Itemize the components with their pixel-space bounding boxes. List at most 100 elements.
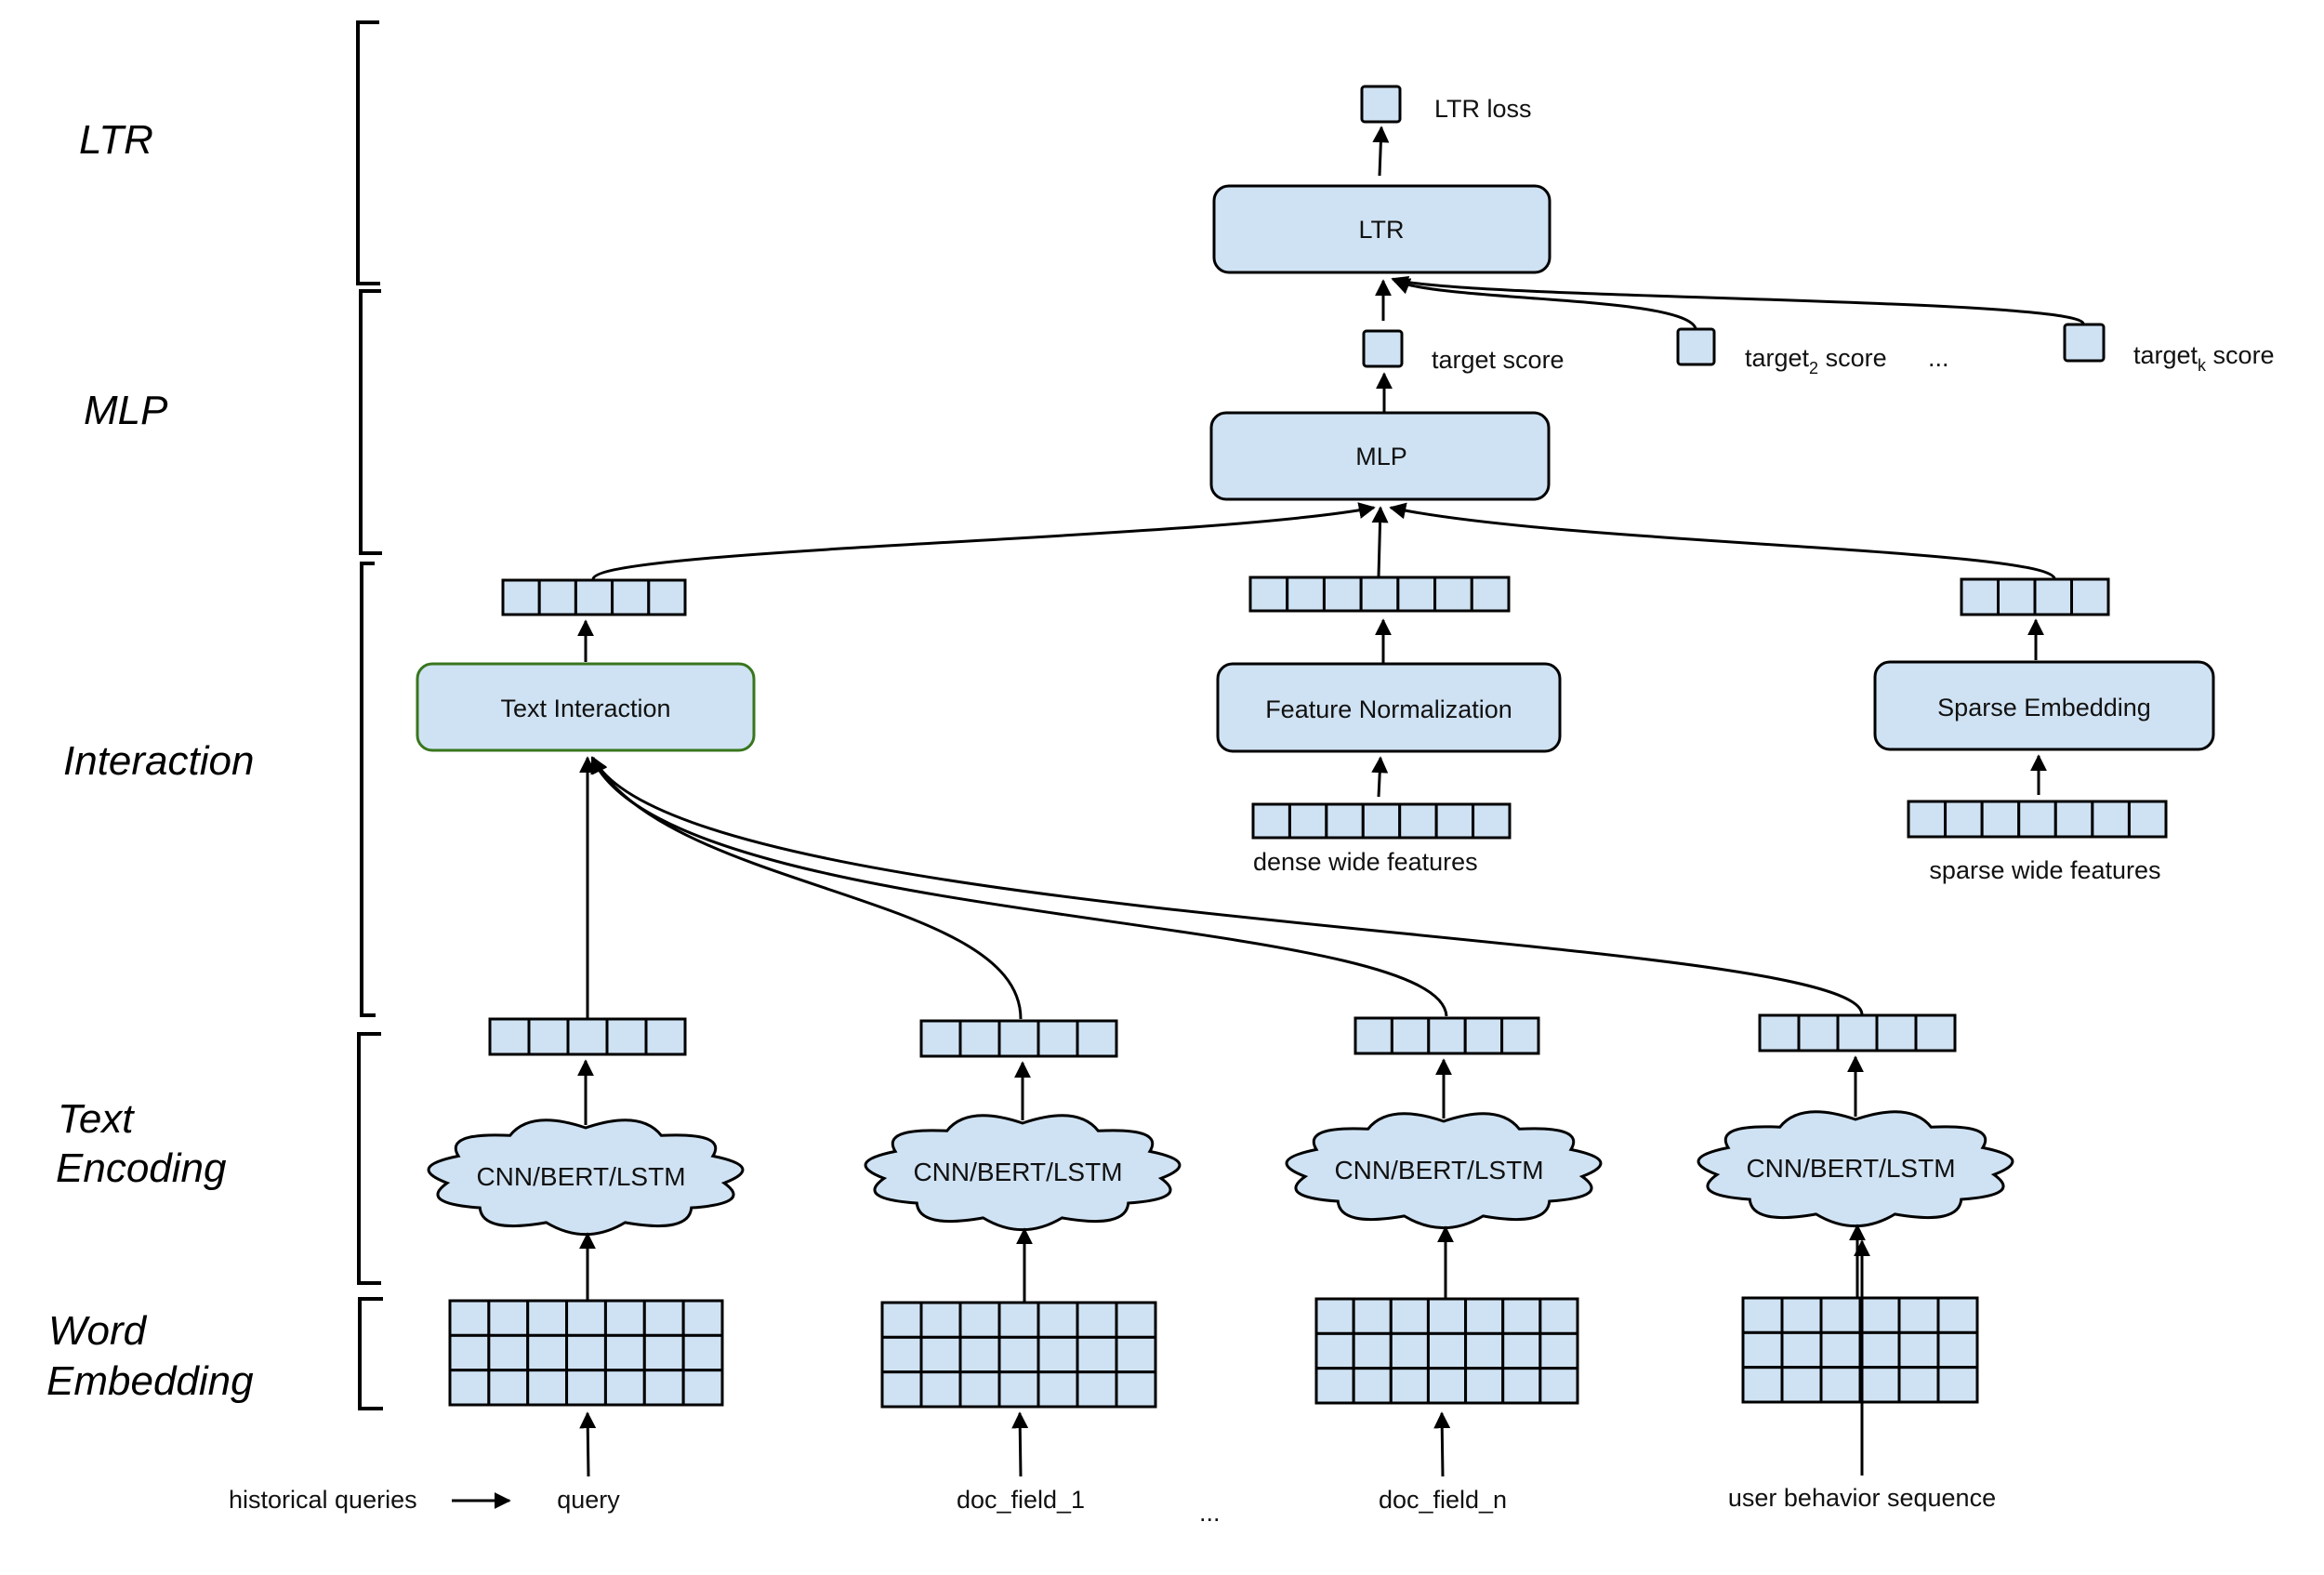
word-embedding-grid-query-cell [642, 1369, 685, 1407]
feature-normalization-output-vector-cell [1359, 576, 1400, 613]
target2-node [1676, 327, 1716, 366]
encoded-vector-doc_field_n-cell [1500, 1016, 1540, 1055]
dense-wide-features-label: dense wide features [1253, 848, 1478, 876]
feature-norm-out-to-mlp-arrow [1371, 506, 1389, 577]
word-embedding-grid-doc_field_1-cell [919, 1370, 962, 1409]
encoded-vector-user_behavior-cell [1836, 1013, 1879, 1052]
encoded-vector-doc_field_1-cell [1037, 1019, 1079, 1058]
ranking-architecture-diagram: LTR MLP Interaction Text Encoding Word E… [46, 20, 2275, 1527]
sparse-embedding-output-vector-cell [2070, 577, 2110, 616]
layer-label-word-embedding-line1: Word [48, 1308, 148, 1354]
sparse-wide-features-vector-cell [2017, 800, 2057, 839]
encoded-vector-query-cell [566, 1017, 609, 1056]
dense-wide-features-vector-cell [1434, 802, 1475, 840]
feature-normalization-output-vector-cell [1396, 576, 1437, 613]
word-embedding-grid-doc_field_n-cell [1314, 1331, 1355, 1370]
word-embedding-grid-doc_field_n-cell [1501, 1367, 1542, 1405]
encoded-vector-user_behavior [1758, 1013, 1957, 1052]
word-embedding-grid-doc_field_1-cell [1037, 1335, 1079, 1374]
word-embedding-grid-user_behavior-cell [1858, 1366, 1901, 1404]
word-embedding-grid-doc_field_1-cell [880, 1370, 923, 1409]
word-embedding-grid-doc_field_1-cell [1076, 1301, 1118, 1339]
word-embedding-grid-query-cell [603, 1333, 646, 1372]
word-embedding-grid-query-cell [642, 1299, 685, 1337]
word-embedding-grid-user_behavior-cell [1780, 1296, 1823, 1334]
feature-normalization-output-vector-cell [1470, 576, 1511, 613]
sparse-wide-features-vector-cell [2127, 800, 2168, 839]
word-embedding-grid-query-cell [565, 1299, 607, 1337]
text-interaction-output-vector [501, 578, 687, 616]
input-label-user_behavior: user behavior sequence [1728, 1484, 1996, 1512]
word-embedding-grid-user_behavior [1741, 1296, 1979, 1404]
word-embedding-grid-doc_field_1-cell [1037, 1301, 1079, 1339]
sparse-wide-features-vector-cell [1907, 800, 1948, 839]
input-label-doc_field_1: doc_field_1 [957, 1486, 1085, 1514]
word-embedding-grid-query-cell [565, 1333, 607, 1372]
word-embedding-grid-user_behavior-cell [1780, 1330, 1823, 1370]
word-embedding-grid-doc_field_1-cell [997, 1370, 1040, 1409]
targetk-node [2063, 323, 2106, 363]
word-embedding-grid-user_behavior-cell [1936, 1296, 1979, 1334]
ltr-loss-node [1360, 85, 1402, 124]
layer-label-ltr: LTR [79, 117, 153, 163]
word-embedding-grid-doc_field_n-cell [1464, 1297, 1505, 1335]
word-embedding-grid-user_behavior-cell [1936, 1366, 1979, 1404]
feature-normalization-output-vector-cell [1433, 576, 1473, 613]
encoder-column-user_behavior: CNN/BERT/LSTM user behavior sequence [1697, 1013, 2014, 1512]
encoder-label-user_behavior: CNN/BERT/LSTM [1746, 1154, 1955, 1183]
word-embedding-grid-user_behavior-cell [1819, 1330, 1862, 1370]
encoded-vector-doc_field_1 [919, 1019, 1118, 1058]
text-interaction-output-vector-cell [611, 578, 651, 616]
encoded-vector-query-cell [527, 1017, 570, 1056]
mlp-section: MLP [591, 372, 2056, 580]
word-embedding-grid-doc_field_n-cell [1389, 1331, 1430, 1370]
encoded-vector-user_behavior-cell [1875, 1013, 1918, 1052]
layer-brackets [356, 20, 383, 1410]
targetk-label: targetk score [2133, 341, 2275, 375]
text-interaction-output-vector-cell [501, 578, 541, 616]
encoded-vector-user_behavior-cell [1914, 1013, 1957, 1052]
word-embedding-grid-query-cell [448, 1333, 491, 1372]
word-embedding-grid-query-cell [681, 1299, 724, 1337]
word-embedding-grid-user_behavior-cell [1897, 1330, 1940, 1370]
ltr-section: LTR loss LTR [1212, 85, 1552, 274]
word-embedding-grid-doc_field_1-cell [880, 1301, 923, 1339]
doc1-vector-to-text-interaction-curve [590, 756, 1023, 1020]
word-embedding-grid-query-cell [681, 1333, 724, 1372]
target1-node [1362, 329, 1404, 368]
dense-wide-features-vector-cell [1472, 802, 1512, 840]
word-embedding-grid-doc_field_1-cell [1115, 1370, 1157, 1409]
ltr-to-loss-arrow [1372, 126, 1390, 177]
sparse-embedding-output-vector-cell [1960, 577, 2000, 616]
interaction-section: Text Interaction Feature Normalization d… [416, 618, 2215, 884]
user-behavior-vector-to-text-interaction-curve [591, 756, 1864, 1015]
word-embedding-grid-query-cell [487, 1333, 530, 1372]
encoded-vector-query-cell [644, 1017, 687, 1056]
word-embedding-grid-doc_field_n-cell [1538, 1367, 1579, 1405]
layer-labels: LTR MLP Interaction Text Encoding Word E… [46, 117, 254, 1404]
text-interaction-out-to-mlp-curve [591, 502, 1376, 580]
encoder-column-doc_field_1: CNN/BERT/LSTM doc_field_1 [864, 1019, 1182, 1514]
word-embedding-grid-query-cell [526, 1299, 569, 1337]
encoder-label-query: CNN/BERT/LSTM [476, 1162, 685, 1191]
mlp-box-label: MLP [1355, 443, 1407, 470]
word-embedding-grid-user_behavior-cell [1741, 1366, 1784, 1404]
encoded-vector-doc_field_1-cell [997, 1019, 1040, 1058]
encoded-vector-doc_field_1-cell [919, 1019, 962, 1058]
sparse-wide-features-vector-cell [1944, 800, 1984, 839]
word-embedding-grid-query-cell [603, 1369, 646, 1407]
word-embedding-grid-user_behavior-cell [1741, 1296, 1784, 1334]
word-embedding-grid-query-cell [681, 1369, 724, 1407]
encoded-vector-doc_field_n-cell [1390, 1016, 1431, 1055]
sparse-embedding-output-vector-cell [1997, 577, 2037, 616]
layer-label-interaction: Interaction [63, 738, 254, 784]
word-embedding-grid-query-cell [487, 1369, 530, 1407]
word-embedding-grid-user_behavior-cell [1819, 1296, 1862, 1334]
encoded-vector-user_behavior-cell [1758, 1013, 1801, 1052]
word-embedding-grid-query-cell [448, 1299, 491, 1337]
dense-wide-features-vector-cell [1361, 802, 1402, 840]
word-embedding-grid-doc_field_1-cell [880, 1335, 923, 1374]
encoded-vector-query [488, 1017, 687, 1056]
word-embedding-grid-query-cell [526, 1369, 569, 1407]
word-embedding-grid-user_behavior-cell [1897, 1366, 1940, 1404]
